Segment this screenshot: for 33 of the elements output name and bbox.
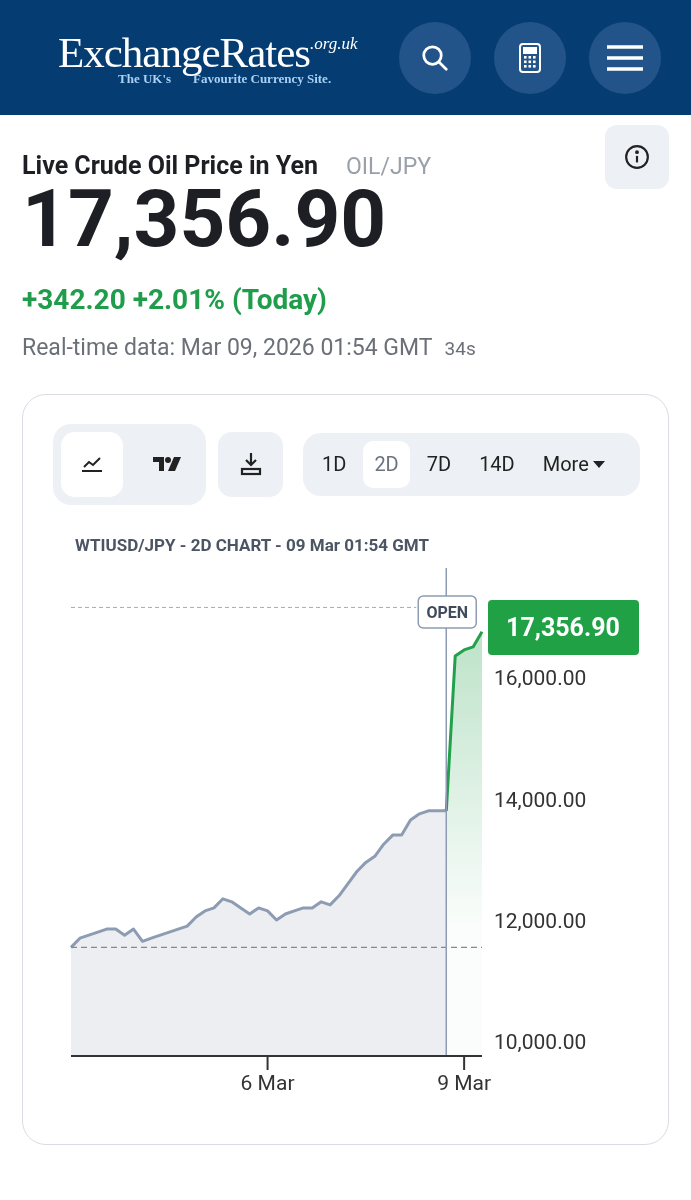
- chart-caption: WTIUSD/JPY - 2D CHART - 09 Mar 01:54 GMT: [75, 533, 430, 557]
- period-button[interactable]: 1D: [311, 440, 358, 488]
- caret-icon: [592, 460, 605, 468]
- period-button[interactable]: More: [531, 440, 616, 488]
- logo-domain: .org.uk: [310, 34, 358, 52]
- period-button[interactable]: 14D: [468, 440, 526, 488]
- download-button[interactable]: [218, 431, 283, 497]
- current-price-tag: 17,356.90: [488, 600, 639, 655]
- x-tick-label: 6 Mar: [240, 1071, 295, 1095]
- y-tick-label: 10,000.00: [494, 1030, 587, 1055]
- period-button[interactable]: 7D: [415, 440, 463, 488]
- y-tick-label: 14,000.00: [494, 787, 587, 812]
- x-tick-label: 9 Mar: [437, 1071, 492, 1095]
- line-chart-icon: [80, 455, 103, 473]
- update-age: 34s: [444, 336, 476, 362]
- info-icon: [624, 144, 650, 170]
- search-icon: [420, 42, 450, 73]
- pair-code: OIL/JPY: [346, 152, 431, 182]
- chart-logo-icon: [153, 457, 182, 471]
- open-tag: OPEN: [417, 595, 477, 629]
- y-tick-label: 16,000.00: [494, 666, 587, 691]
- page-title: Live Crude Oil Price in Yen: [22, 150, 318, 182]
- price-change: +342.20 +2.01% (Today): [22, 282, 328, 318]
- y-tick-label: 12,000.00: [494, 909, 587, 934]
- update-time: Real-time data: Mar 09, 2026 01:54 GMT: [22, 333, 433, 363]
- info-button[interactable]: [605, 125, 669, 189]
- menu-icon: [607, 44, 643, 71]
- period-button[interactable]: 2D: [363, 440, 410, 488]
- logo-tagline: The UK's: [118, 71, 172, 85]
- download-icon: [239, 452, 262, 476]
- calculator-icon: [518, 41, 542, 74]
- logo-name: ExchangeRates: [58, 30, 311, 74]
- current-price: 17,356.90: [22, 179, 387, 259]
